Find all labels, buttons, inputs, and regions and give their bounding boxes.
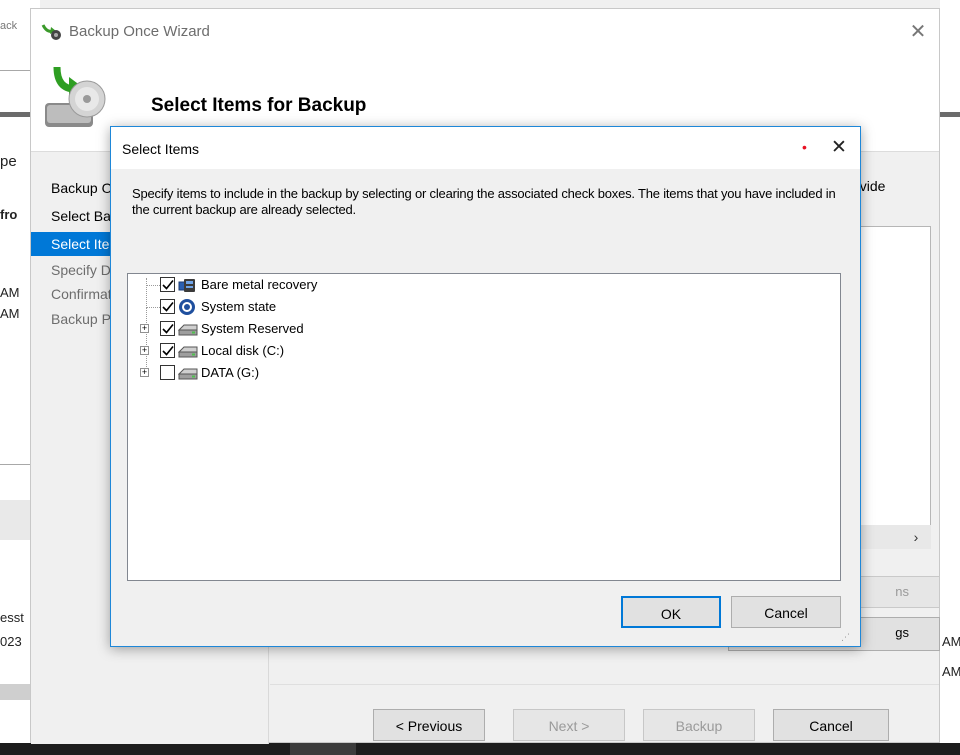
background-divider: [0, 70, 30, 71]
tree-item-label: Local disk (C:): [201, 343, 285, 358]
background-text: pe: [0, 153, 17, 170]
background-text: AM: [942, 664, 960, 679]
tree-item-label: Bare metal recovery: [201, 277, 318, 292]
drive-icon: [177, 342, 198, 360]
bare-metal-recovery-checkbox[interactable]: [160, 277, 175, 292]
backup-items-tree[interactable]: Bare metal recovery System state + Syste…: [127, 273, 841, 581]
tree-item-system-state[interactable]: System state: [128, 296, 528, 318]
next-button[interactable]: Next >: [513, 709, 625, 741]
system-state-icon: [178, 298, 196, 316]
backup-app-icon: [41, 23, 63, 46]
notification-dot-icon: •: [802, 139, 807, 155]
local-disk-c-checkbox[interactable]: [160, 343, 175, 358]
select-items-dialog: Select Items • ✕ Specify items to includ…: [110, 126, 861, 647]
background-text: 023: [0, 634, 22, 649]
wizard-close-button[interactable]: ✕: [903, 17, 933, 47]
background-band: [0, 112, 30, 117]
dialog-cancel-button[interactable]: Cancel: [731, 596, 841, 628]
tree-item-label: System Reserved: [201, 321, 304, 336]
wizard-title: Backup Once Wizard: [69, 23, 210, 40]
drive-icon: [177, 364, 198, 382]
system-reserved-checkbox[interactable]: [160, 321, 175, 336]
expand-icon[interactable]: +: [140, 346, 149, 355]
taskbar: [0, 743, 960, 755]
backup-button[interactable]: Backup: [643, 709, 755, 741]
expand-icon[interactable]: +: [140, 368, 149, 377]
background-text: fro: [0, 207, 18, 222]
taskbar-item[interactable]: [290, 743, 356, 755]
add-items-button[interactable]: ns: [852, 576, 940, 608]
expand-icon[interactable]: +: [140, 324, 149, 333]
background-text: AM: [0, 285, 20, 300]
tree-item-system-reserved[interactable]: + System Reserved: [128, 318, 528, 340]
scroll-right-arrow-icon[interactable]: ›: [902, 525, 930, 549]
background-text: AM: [0, 306, 20, 321]
dialog-titlebar: Select Items • ✕: [111, 127, 860, 169]
background-text: AM: [942, 634, 960, 649]
background-text: ack: [0, 20, 18, 32]
wizard-titlebar: Backup Once Wizard ✕: [31, 9, 939, 55]
tree-item-label: System state: [201, 299, 277, 314]
tree-item-data-g[interactable]: + DATA (G:): [128, 362, 528, 384]
dialog-title: Select Items: [122, 141, 200, 157]
resize-grip-icon[interactable]: ⋰: [841, 632, 851, 643]
wizard-cancel-button[interactable]: Cancel: [773, 709, 889, 741]
backup-disk-icon: [39, 63, 111, 140]
wizard-page-heading: Select Items for Backup: [151, 95, 367, 116]
background-panel: [0, 500, 30, 540]
background-text: esst: [0, 610, 24, 625]
ok-button[interactable]: OK: [621, 596, 721, 628]
background-divider: [0, 464, 30, 465]
tree-item-bare-metal-recovery[interactable]: Bare metal recovery: [128, 274, 528, 296]
footer-divider: [270, 684, 939, 685]
previous-button[interactable]: < Previous: [373, 709, 485, 741]
tree-item-local-disk-c[interactable]: + Local disk (C:): [128, 340, 528, 362]
data-g-checkbox[interactable]: [160, 365, 175, 380]
tree-item-label: DATA (G:): [201, 365, 260, 380]
dialog-close-button[interactable]: ✕: [824, 133, 854, 163]
drive-icon: [177, 320, 198, 338]
background-band: [940, 112, 960, 117]
bare-metal-icon: [178, 276, 196, 294]
background-panel: [0, 684, 30, 700]
dialog-instructions: Specify items to include in the backup b…: [132, 186, 836, 217]
system-state-checkbox[interactable]: [160, 299, 175, 314]
backup-items-list[interactable]: [852, 226, 931, 549]
